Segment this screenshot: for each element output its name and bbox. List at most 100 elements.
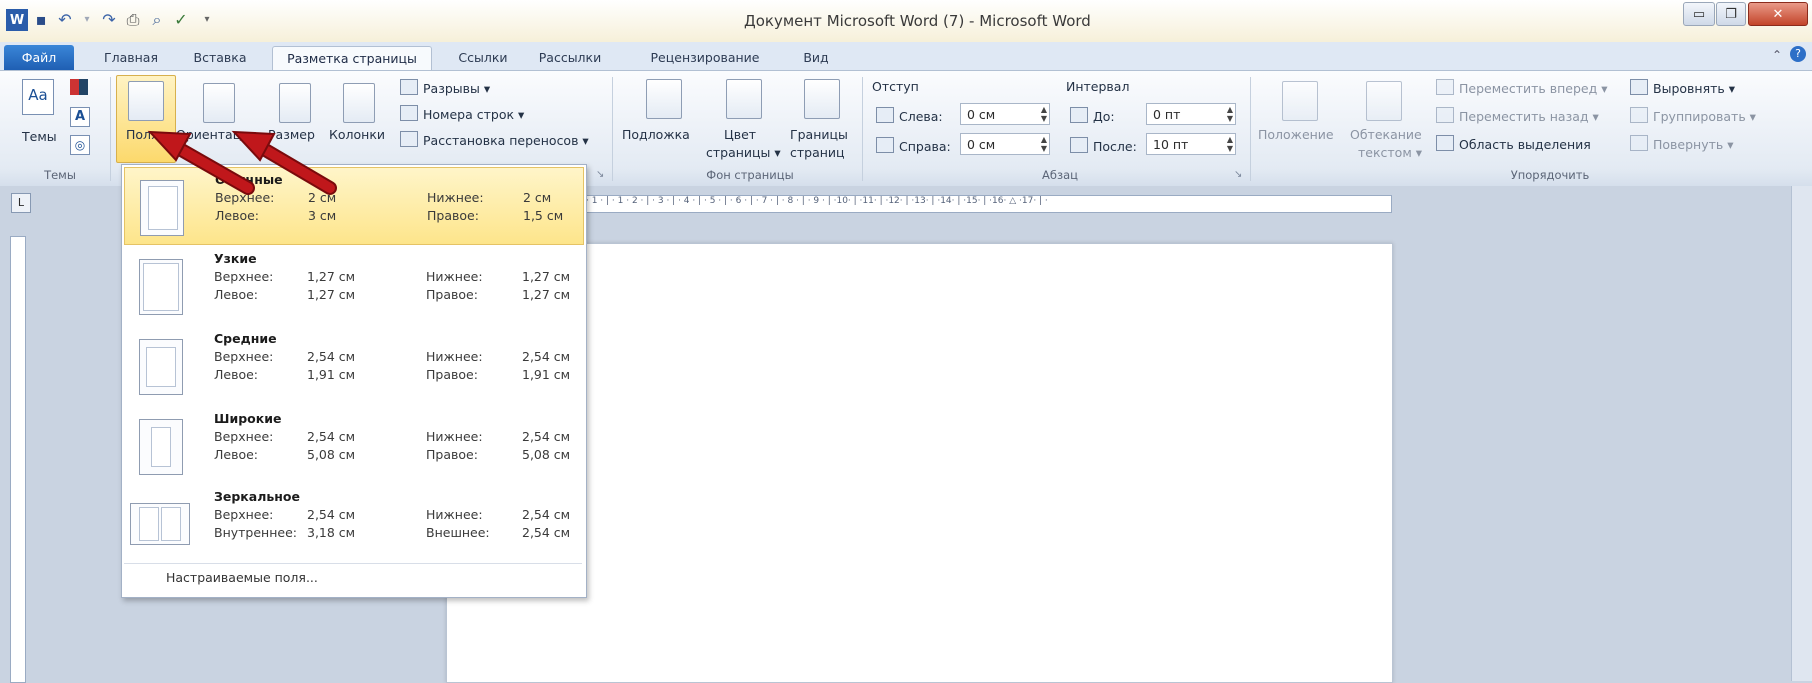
collapse-ribbon-icon[interactable]: ⌃ (1772, 48, 1782, 62)
wrap-text-label-1[interactable]: Обтекание (1350, 127, 1422, 142)
wrap-text-icon[interactable] (1366, 81, 1402, 121)
columns-label[interactable]: Колонки (329, 127, 385, 142)
paragraph-dialog-launcher[interactable]: ↘ (1234, 169, 1242, 180)
bottom-value: 2,54 см (522, 429, 571, 444)
margin-option-narrow[interactable]: Узкие Верхнее: 1,27 см Нижнее: 1,27 см Л… (124, 247, 584, 325)
margin-option-name: Средние (214, 331, 277, 346)
margin-preview-icon (140, 180, 184, 236)
left-label: Левое: (215, 208, 260, 223)
word-app-icon[interactable]: W (6, 9, 28, 31)
spinner-arrows-icon[interactable]: ▲ ▼ (1227, 135, 1233, 153)
page-borders-label-2[interactable]: страниц (790, 145, 845, 160)
line-numbers-button[interactable]: Номера строк ▾ (400, 105, 524, 122)
close-button[interactable]: ✕ (1748, 2, 1808, 26)
page-color-icon[interactable] (726, 79, 762, 119)
spacing-before-input[interactable]: 0 пт ▲ ▼ (1146, 103, 1236, 125)
tab-review[interactable]: Рецензирование (640, 46, 770, 70)
size-icon[interactable] (279, 83, 311, 123)
columns-icon[interactable] (343, 83, 375, 123)
position-label[interactable]: Положение (1258, 127, 1334, 142)
vertical-scrollbar[interactable] (1791, 186, 1812, 681)
outside-value: 2,54 см (522, 525, 571, 540)
orientation-icon[interactable] (203, 83, 235, 123)
tab-view[interactable]: Вид (794, 46, 838, 70)
tab-references[interactable]: Ссылки (448, 46, 518, 70)
hyphenation-button[interactable]: Расстановка переносов ▾ (400, 131, 589, 148)
help-icon[interactable]: ? (1790, 46, 1806, 62)
margin-option-name: Узкие (214, 251, 257, 266)
themes-button-label[interactable]: Темы (22, 129, 57, 144)
maximize-button[interactable]: ❐ (1716, 2, 1746, 26)
page-background-group-label: Фон страницы (706, 168, 794, 182)
theme-colors-icon[interactable] (70, 79, 88, 95)
send-backward-button[interactable]: Переместить назад ▾ (1436, 107, 1599, 124)
spelling-icon[interactable]: ✓ (170, 9, 192, 31)
tab-page-layout[interactable]: Разметка страницы (272, 46, 432, 71)
wrap-text-label-2[interactable]: текстом ▾ (1358, 145, 1422, 160)
spacing-after-input[interactable]: 10 пт ▲ ▼ (1146, 133, 1236, 155)
print-icon[interactable]: ⎙ (122, 9, 144, 31)
rotate-button[interactable]: Повернуть ▾ (1630, 135, 1734, 152)
top-label: Верхнее: (214, 269, 274, 284)
save-icon[interactable]: ▪ (30, 9, 52, 31)
spinner-arrows-icon[interactable]: ▲ ▼ (1041, 135, 1047, 153)
group-divider (612, 77, 613, 181)
custom-margins-button[interactable]: Настраиваемые поля... (166, 570, 318, 585)
spacing-before-label: До: (1070, 107, 1115, 124)
minimize-button[interactable]: ▭ (1683, 2, 1715, 26)
vertical-ruler[interactable] (10, 236, 26, 683)
bottom-value: 1,27 см (522, 269, 571, 284)
page-borders-icon[interactable] (804, 79, 840, 119)
qat-dropdown-icon[interactable]: ▾ (196, 9, 218, 31)
margin-option-moderate[interactable]: Средние Верхнее: 2,54 см Нижнее: 2,54 см… (124, 327, 584, 405)
bottom-label: Нижнее: (426, 269, 483, 284)
window-title: Документ Microsoft Word (7) - Microsoft … (744, 12, 1091, 30)
theme-effects-icon[interactable]: ◎ (70, 135, 90, 155)
watermark-icon[interactable] (646, 79, 682, 119)
indent-right-input[interactable]: 0 см ▲ ▼ (960, 133, 1050, 155)
margin-option-mirrored[interactable]: Зеркальное Верхнее: 2,54 см Нижнее: 2,54… (124, 485, 584, 563)
tab-mailings[interactable]: Рассылки (522, 46, 618, 70)
orientation-label[interactable]: Ориентация (176, 127, 257, 142)
undo-icon[interactable]: ↶ (54, 9, 76, 31)
size-label[interactable]: Размер (268, 127, 315, 142)
page-borders-label-1[interactable]: Границы (790, 127, 848, 142)
group-divider (862, 77, 863, 181)
themes-icon[interactable]: Aa (22, 79, 54, 115)
margins-icon (128, 81, 164, 121)
breaks-button[interactable]: Разрывы ▾ (400, 79, 490, 96)
document-page[interactable] (446, 243, 1393, 683)
page-setup-dialog-launcher[interactable]: ↘ (596, 169, 604, 180)
margin-option-wide[interactable]: Широкие Верхнее: 2,54 см Нижнее: 2,54 см… (124, 407, 584, 485)
page-color-label-2[interactable]: страницы ▾ (706, 145, 781, 160)
tab-home[interactable]: Главная (96, 46, 166, 70)
spinner-arrows-icon[interactable]: ▲ ▼ (1227, 105, 1233, 123)
tab-file[interactable]: Файл (4, 45, 74, 70)
spacing-after-label: После: (1070, 137, 1137, 154)
theme-fonts-icon[interactable]: A (70, 107, 90, 127)
indent-left-label: Слева: (876, 107, 943, 124)
redo-icon[interactable]: ↷ (98, 9, 120, 31)
align-button[interactable]: Выровнять ▾ (1630, 79, 1735, 96)
indent-left-input[interactable]: 0 см ▲ ▼ (960, 103, 1050, 125)
menu-divider (124, 563, 582, 564)
undo-dropdown-icon[interactable]: ▾ (76, 9, 98, 31)
tab-insert[interactable]: Вставка (185, 46, 255, 70)
horizontal-ruler[interactable]: · 1 · | · 1 · 2 · | · 3 · | · 4 · | · 5 … (585, 195, 1392, 213)
margins-label: Поля (126, 127, 159, 142)
ruler-tab-selector[interactable]: L (11, 193, 31, 213)
spinner-arrows-icon[interactable]: ▲ ▼ (1041, 105, 1047, 123)
group-button[interactable]: Группировать ▾ (1630, 107, 1756, 124)
print-preview-icon[interactable]: ⌕ (146, 9, 168, 31)
watermark-label[interactable]: Подложка (622, 127, 690, 142)
margin-option-normal[interactable]: Обычные Верхнее: 2 см Нижнее: 2 см Левое… (124, 167, 584, 245)
margin-option-name: Обычные (215, 172, 283, 187)
top-value: 1,27 см (307, 269, 356, 284)
page-color-label-1[interactable]: Цвет (724, 127, 756, 142)
line-numbers-icon (400, 105, 418, 121)
right-label: Правое: (426, 287, 478, 302)
selection-pane-button[interactable]: Область выделения (1436, 135, 1591, 152)
bring-forward-button[interactable]: Переместить вперед ▾ (1436, 79, 1607, 96)
position-icon[interactable] (1282, 81, 1318, 121)
left-value: 3 см (308, 208, 337, 223)
